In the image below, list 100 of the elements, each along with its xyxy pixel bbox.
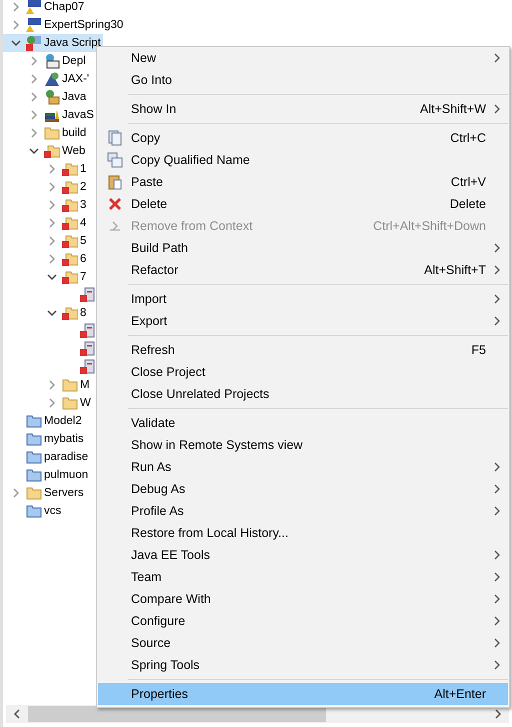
- file-error-icon: [80, 323, 96, 339]
- tree-item-label[interactable]: 4: [80, 217, 86, 229]
- tree-item-label[interactable]: pulmuon: [44, 469, 88, 481]
- menu-item[interactable]: Team: [98, 566, 508, 588]
- file-error-icon: [80, 359, 96, 375]
- closed-folder-icon: [26, 431, 42, 447]
- java-resources-icon: [44, 89, 60, 105]
- tree-item-label[interactable]: 8: [80, 307, 86, 319]
- closed-folder-icon: [26, 413, 42, 429]
- menu-item[interactable]: Copy Qualified Name: [98, 149, 508, 171]
- folder-error-icon: [62, 161, 78, 177]
- tree-item-label[interactable]: 1: [80, 163, 86, 175]
- menu-item[interactable]: Refactor Alt+Shift+T: [98, 259, 508, 281]
- expand-chevron-icon[interactable]: [47, 218, 57, 228]
- tree-item-label[interactable]: build: [62, 127, 86, 139]
- tree-item-label[interactable]: Servers: [44, 487, 84, 499]
- menu-item[interactable]: Debug As: [98, 478, 508, 500]
- expand-chevron-icon[interactable]: [47, 254, 57, 264]
- folder-error-icon: [62, 233, 78, 249]
- copy-icon: [106, 152, 122, 168]
- delete-icon: [106, 196, 122, 212]
- collapse-chevron-icon[interactable]: [47, 308, 57, 318]
- expand-chevron-icon[interactable]: [47, 236, 57, 246]
- menu-item[interactable]: Profile As: [98, 500, 508, 522]
- expand-chevron-icon[interactable]: [11, 2, 21, 12]
- tree-item-label[interactable]: Chap07: [44, 1, 84, 13]
- menu-item[interactable]: Export: [98, 310, 508, 332]
- expand-chevron-icon[interactable]: [29, 74, 39, 84]
- tree-item-label[interactable]: W: [80, 397, 91, 409]
- selected-row-highlight[interactable]: Java Script: [3, 34, 103, 52]
- menu-item[interactable]: Java EE Tools: [98, 544, 508, 566]
- scroll-right-icon[interactable]: [493, 709, 503, 719]
- folder-icon: [44, 125, 60, 141]
- tree-item-label[interactable]: 3: [80, 199, 86, 211]
- menu-item[interactable]: Go Into: [98, 69, 508, 91]
- expand-chevron-icon[interactable]: [47, 164, 57, 174]
- menu-item[interactable]: Configure: [98, 610, 508, 632]
- folder-error-icon: [62, 215, 78, 231]
- menu-item[interactable]: Compare With: [98, 588, 508, 610]
- tree-item-label[interactable]: 7: [80, 271, 86, 283]
- descriptor-icon: [44, 53, 60, 69]
- menu-item[interactable]: Restore from Local History...: [98, 522, 508, 544]
- folder-error-icon: [62, 179, 78, 195]
- tree-item-label[interactable]: Model2: [44, 415, 82, 427]
- tree-item-label[interactable]: mybatis: [44, 433, 84, 445]
- scroll-left-icon[interactable]: [12, 709, 22, 719]
- file-error-icon: [80, 287, 96, 303]
- tree-item-label[interactable]: Java: [62, 91, 86, 103]
- folder-error-icon: [44, 143, 60, 159]
- folder-error-icon: [62, 305, 78, 321]
- expand-chevron-icon[interactable]: [47, 200, 57, 210]
- expand-chevron-icon[interactable]: [11, 488, 21, 498]
- project-warning-icon: [26, 0, 42, 15]
- tree-item-label[interactable]: Depl: [62, 55, 86, 67]
- tree-item-label[interactable]: 5: [80, 235, 86, 247]
- tree-item-label[interactable]: ExpertSpring30: [44, 19, 124, 31]
- menu-item[interactable]: Show in Remote Systems view: [98, 434, 508, 456]
- closed-folder-icon: [26, 467, 42, 483]
- tree-item-label[interactable]: Java Script: [44, 37, 101, 49]
- expand-chevron-icon[interactable]: [11, 20, 21, 30]
- collapse-chevron-icon[interactable]: [29, 146, 39, 156]
- tree-item-label[interactable]: JAX-': [62, 73, 90, 85]
- collapse-chevron-icon[interactable]: [47, 272, 57, 282]
- menu-item[interactable]: Import: [98, 288, 508, 310]
- folder-icon: [62, 395, 78, 411]
- web-services-icon: [44, 71, 60, 87]
- menu-item[interactable]: Show In Alt+Shift+W: [98, 98, 508, 120]
- project-error-icon: [26, 35, 42, 51]
- menu-item[interactable]: Close Unrelated Projects: [98, 383, 508, 405]
- tree-item-label[interactable]: paradise: [44, 451, 88, 463]
- menu-item[interactable]: Close Project: [98, 361, 508, 383]
- expand-chevron-icon[interactable]: [29, 92, 39, 102]
- menu-item[interactable]: Refresh F5: [98, 339, 508, 361]
- tree-item-label[interactable]: 2: [80, 181, 86, 193]
- tree-item-label[interactable]: 6: [80, 253, 86, 265]
- menu-item[interactable]: Delete Delete: [98, 193, 508, 215]
- menu-item[interactable]: Spring Tools: [98, 654, 508, 676]
- tree-item-label[interactable]: M: [80, 379, 90, 391]
- collapse-chevron-icon[interactable]: [11, 38, 21, 48]
- expand-chevron-icon[interactable]: [47, 380, 57, 390]
- tree-item-label[interactable]: Web: [62, 145, 86, 157]
- folder-icon: [62, 377, 78, 393]
- closed-folder-icon: [26, 503, 42, 519]
- menu-item[interactable]: Paste Ctrl+V: [98, 171, 508, 193]
- expand-chevron-icon[interactable]: [47, 182, 57, 192]
- expand-chevron-icon[interactable]: [47, 398, 57, 408]
- copy-icon: [106, 130, 122, 146]
- menu-item[interactable]: Copy Ctrl+C: [98, 127, 508, 149]
- expand-chevron-icon[interactable]: [29, 56, 39, 66]
- expand-chevron-icon[interactable]: [29, 110, 39, 120]
- closed-folder-icon: [26, 449, 42, 465]
- folder-error-icon: [62, 197, 78, 213]
- menu-item[interactable]: Source: [98, 632, 508, 654]
- menu-item[interactable]: Validate: [98, 412, 508, 434]
- tree-item-label[interactable]: vcs: [44, 505, 62, 517]
- expand-chevron-icon[interactable]: [29, 128, 39, 138]
- menu-item[interactable]: Properties Alt+Enter: [98, 683, 508, 705]
- tree-item-label[interactable]: JavaS: [62, 109, 94, 121]
- menu-item[interactable]: Build Path: [98, 237, 508, 259]
- menu-item[interactable]: Run As: [98, 456, 508, 478]
